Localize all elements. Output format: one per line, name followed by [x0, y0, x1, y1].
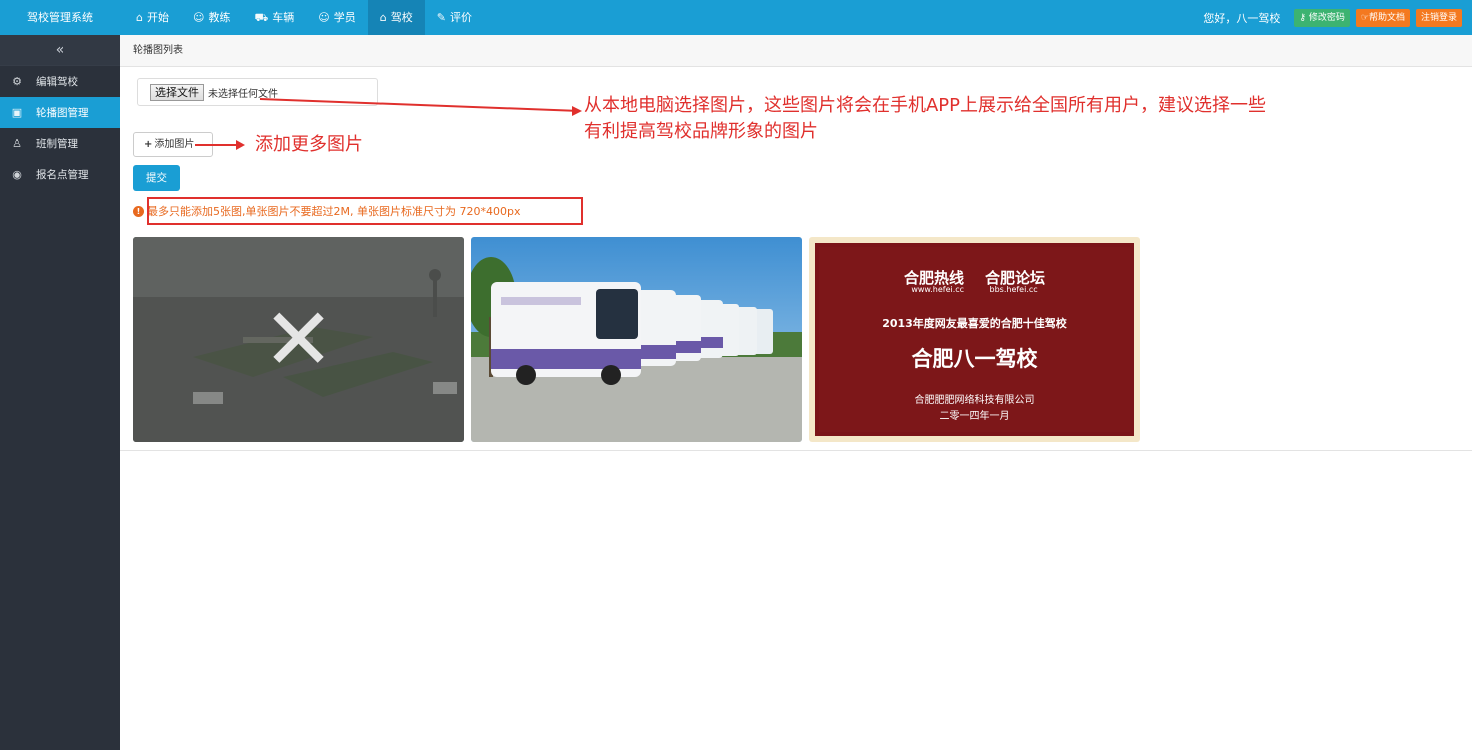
double-chevron-left-icon: « [55, 42, 65, 58]
key-icon: ⚷ [1299, 12, 1306, 23]
plaque-line-4: 二零一四年一月 [939, 411, 1010, 422]
home-icon: ⌂ [136, 11, 143, 24]
sidebar-item-edit-school[interactable]: ⚙ 编辑驾校 [0, 66, 120, 97]
change-password-label: 修改密码 [1308, 12, 1345, 23]
add-image-label: 添加图片 [154, 139, 195, 150]
plaque-logo-urls: www.hefei.cc bbs.hefei.cc [809, 285, 1140, 294]
choose-file-button[interactable]: 选择文件 [150, 83, 204, 101]
image-icon: ▣ [11, 106, 23, 119]
sidebar-item-class[interactable]: ♙ 班制管理 [0, 128, 120, 159]
pen-icon: ✎ [436, 11, 446, 24]
nav-item-coach[interactable]: ☺ 教练 [181, 0, 242, 35]
school-icon: ⌂ [379, 11, 387, 24]
hand-icon: ☞ [1360, 12, 1369, 23]
nav-label: 评价 [449, 11, 472, 24]
sidebar-item-label: 报名点管理 [36, 169, 89, 181]
close-icon: ✕ [262, 289, 335, 390]
delete-image-button[interactable]: ✕ [133, 237, 464, 442]
bus-fleet-photo [471, 237, 802, 442]
sidebar-item-signup-points[interactable]: ◉ 报名点管理 [0, 159, 120, 190]
plaque-line-3: 合肥肥肥网络科技有限公司 [914, 395, 1035, 406]
sidebar-item-label: 编辑驾校 [36, 76, 78, 88]
annotation-add-more: 添加更多图片 [255, 134, 363, 155]
annotation-highlight-box [147, 197, 583, 225]
nav-item-review[interactable]: ✎ 评价 [425, 0, 484, 35]
carousel-image-award-plaque[interactable]: 合肥热线 合肥论坛 www.hefei.cc bbs.hefei.cc 2013… [809, 237, 1140, 442]
plaque-logo-2-url: bbs.hefei.cc [989, 285, 1038, 294]
exclamation-icon: ! [133, 205, 144, 217]
car-icon: ⛟ [254, 11, 269, 24]
submit-button[interactable]: 提交 [133, 165, 180, 191]
sidebar-item-label: 班制管理 [36, 138, 78, 150]
carousel-image-bus-fleet[interactable] [471, 237, 802, 442]
carousel-image-list: ✕ 合肥热线 合肥论坛 www.hefei.cc bbs.hefei.cc 20… [133, 237, 1140, 442]
gear-icon: ⚙ [12, 75, 22, 88]
help-docs-button[interactable]: ☞帮助文档 [1355, 8, 1410, 27]
plaque-line-2: 合肥八一驾校 [911, 347, 1038, 371]
student-icon: ☺ [318, 11, 330, 24]
sidebar: « ⚙ 编辑驾校 ▣ 轮播图管理 ♙ 班制管理 ◉ 报名点管理 [0, 35, 120, 750]
nav-item-vehicle[interactable]: ⛟ 车辆 [242, 0, 306, 35]
help-docs-label: 帮助文档 [1368, 12, 1405, 23]
logout-button[interactable]: 注销登录 [1415, 8, 1462, 27]
main-content: 轮播图列表 选择文件 未选择任何文件 + 添加图片 提交 ! 最多只能添加5张图,… [120, 35, 1472, 750]
location-icon: ◉ [12, 168, 22, 181]
top-navbar: 驾校管理系统 ⌂ 开始 ☺ 教练 ⛟ 车辆 ☺ 学员 ⌂ 驾校 ✎ 评价 您好，八一驾校 ⚷… [0, 0, 1472, 35]
nav-label: 车辆 [272, 11, 295, 24]
nav-label: 学员 [333, 11, 356, 24]
breadcrumb: 轮播图列表 [120, 35, 1472, 67]
content-divider [120, 450, 1472, 451]
nav-label: 教练 [208, 11, 231, 24]
plus-icon: + [144, 139, 153, 150]
plaque-line-1: 2013年度网友最喜爱的合肥十佳驾校 [882, 317, 1067, 330]
top-right-area: 您好，八一驾校 ⚷ 修改密码 ☞帮助文档 注销登录 [1203, 0, 1462, 35]
nav-item-student[interactable]: ☺ 学员 [306, 0, 367, 35]
greeting-text: 您好，八一驾校 [1203, 11, 1281, 25]
app-brand[interactable]: 驾校管理系统 [0, 0, 120, 35]
carousel-image-training-ground[interactable]: ✕ [133, 237, 464, 442]
sidebar-item-carousel[interactable]: ▣ 轮播图管理 [0, 97, 120, 128]
main-nav: ⌂ 开始 ☺ 教练 ⛟ 车辆 ☺ 学员 ⌂ 驾校 ✎ 评价 [124, 0, 484, 35]
nav-label: 开始 [146, 11, 169, 24]
collapse-sidebar-button[interactable]: « [0, 35, 120, 66]
file-upload-field[interactable]: 选择文件 未选择任何文件 [137, 78, 378, 106]
add-image-button[interactable]: + 添加图片 [133, 132, 213, 157]
user-icon: ☺ [192, 11, 205, 24]
plaque-logo-1-url: www.hefei.cc [911, 285, 965, 294]
change-password-button[interactable]: ⚷ 修改密码 [1294, 8, 1350, 27]
nav-item-school[interactable]: ⌂ 驾校 [367, 0, 425, 35]
annotation-choose-file: 从本地电脑选择图片，这些图片将会在手机APP上展示给全国所有用户，建议选择一些有… [584, 95, 1267, 142]
nav-label: 驾校 [390, 11, 413, 24]
class-icon: ♙ [12, 137, 22, 150]
sidebar-item-label: 轮播图管理 [36, 107, 89, 119]
nav-item-start[interactable]: ⌂ 开始 [124, 0, 181, 35]
file-status-text: 未选择任何文件 [208, 88, 278, 100]
